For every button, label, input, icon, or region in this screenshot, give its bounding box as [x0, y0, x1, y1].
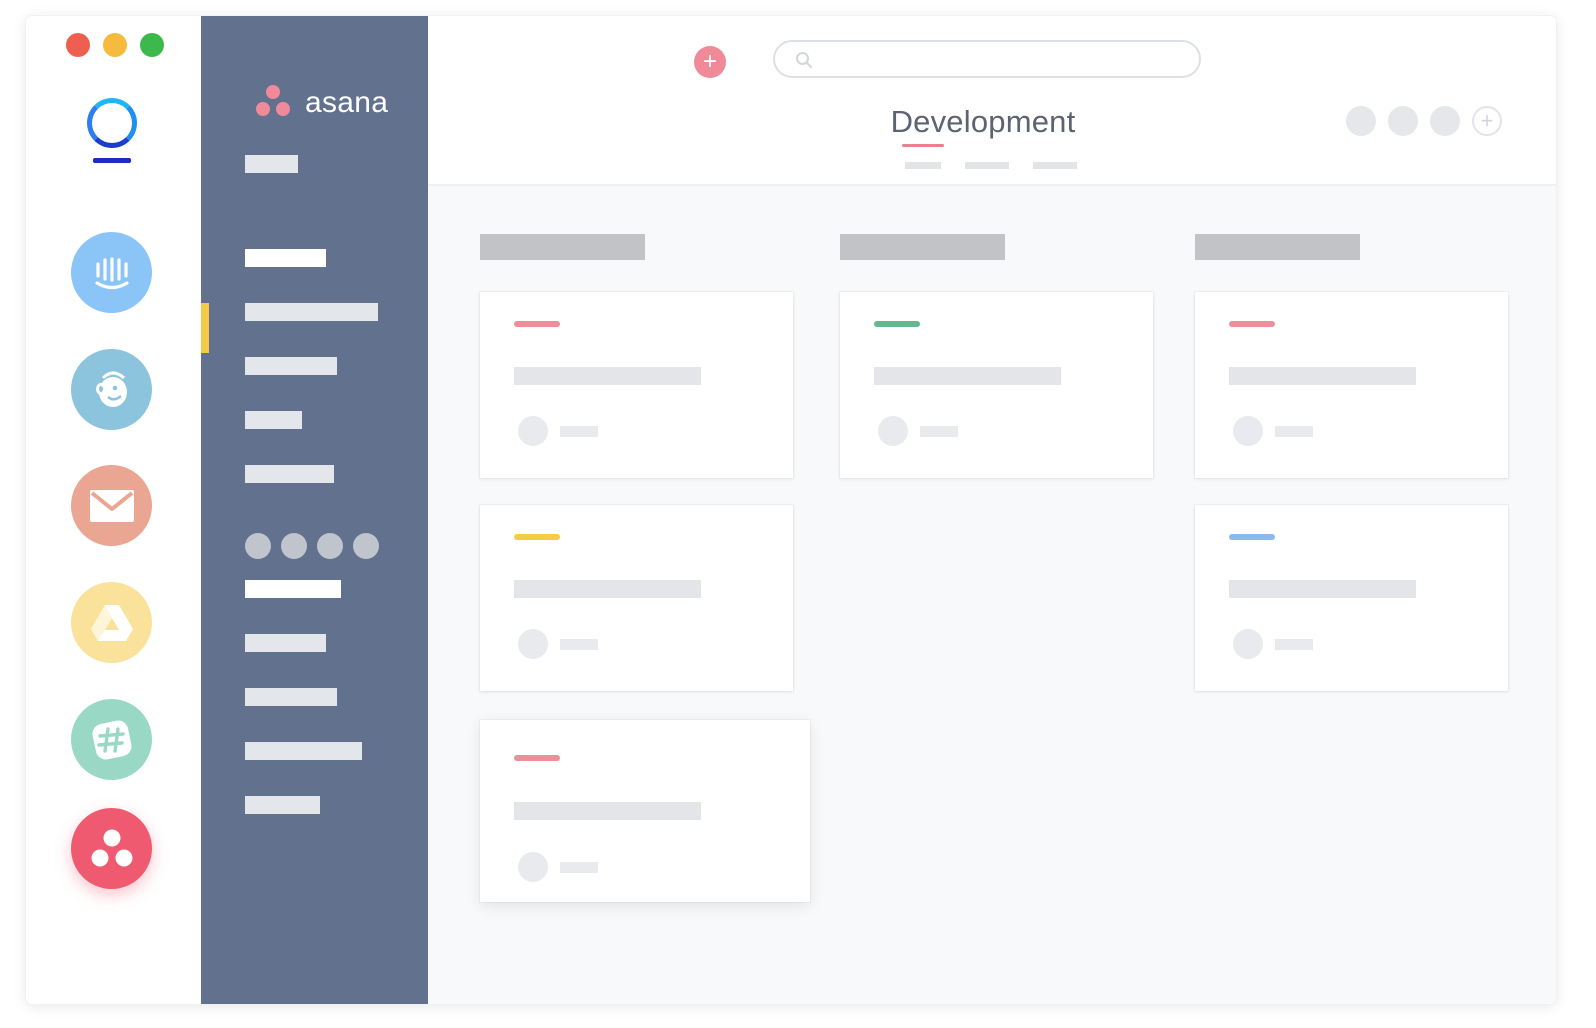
quick-add-button[interactable]: + [694, 46, 726, 78]
team-member-avatar[interactable] [281, 533, 307, 559]
task-title [514, 580, 701, 598]
main-area: + Development + [428, 16, 1556, 1004]
assignee-avatar[interactable] [1233, 629, 1263, 659]
task-card[interactable] [480, 292, 793, 478]
dock-app-asana[interactable] [71, 808, 152, 889]
plus-icon: + [702, 48, 717, 75]
due-date [560, 639, 598, 650]
assignee-avatar[interactable] [518, 629, 548, 659]
brand[interactable]: asana [255, 82, 388, 120]
assignee-avatar[interactable] [878, 416, 908, 446]
project-members: + [1346, 106, 1502, 136]
tab-list[interactable] [905, 162, 941, 169]
app-window: asana + Development + [26, 16, 1556, 1004]
mailchimp-icon [95, 371, 127, 407]
task-title [514, 802, 701, 820]
sidebar-item[interactable] [245, 249, 326, 267]
team-member-avatar[interactable] [317, 533, 343, 559]
assignee-avatar[interactable] [1233, 416, 1263, 446]
due-date [560, 426, 598, 437]
project-sidebar: asana [201, 16, 428, 1004]
maximize-window-button[interactable] [140, 33, 164, 57]
mail-icon [89, 489, 134, 522]
column-header[interactable] [840, 234, 1005, 260]
task-tag [514, 534, 560, 540]
close-window-button[interactable] [66, 33, 90, 57]
sidebar-item[interactable] [245, 742, 362, 760]
project-header: + Development + [428, 16, 1556, 186]
task-tag [1229, 321, 1275, 327]
sidebar-item[interactable] [245, 411, 302, 429]
sidebar-item[interactable] [245, 634, 326, 652]
window-controls [66, 33, 164, 57]
task-title [514, 367, 701, 385]
task-card[interactable] [840, 292, 1153, 478]
sidebar-active-indicator [201, 303, 209, 353]
slack-icon [92, 720, 131, 759]
due-date [920, 426, 958, 437]
brand-name: asana [305, 86, 389, 119]
asana-logo-icon [256, 85, 290, 116]
dock-app-mailchimp[interactable] [71, 349, 152, 430]
task-tag [514, 755, 560, 761]
task-title [874, 367, 1061, 385]
task-card[interactable] [480, 505, 793, 691]
team-member-avatar[interactable] [353, 533, 379, 559]
dock-app-intercom[interactable] [71, 232, 152, 313]
task-title [1229, 367, 1416, 385]
dock-app-drive[interactable] [71, 582, 152, 663]
sidebar-item[interactable] [245, 465, 334, 483]
task-title [1229, 580, 1416, 598]
member-avatar[interactable] [1430, 106, 1460, 136]
drive-icon [90, 604, 133, 641]
task-card[interactable] [480, 720, 810, 902]
member-avatar[interactable] [1346, 106, 1376, 136]
assignee-avatar[interactable] [518, 852, 548, 882]
intercom-icon [94, 256, 129, 289]
sidebar-item[interactable] [245, 796, 320, 814]
assignee-avatar[interactable] [518, 416, 548, 446]
column-header[interactable] [480, 234, 645, 260]
task-card[interactable] [1195, 505, 1508, 691]
sidebar-item[interactable] [245, 155, 298, 173]
tab-calendar[interactable] [1033, 162, 1077, 169]
minimize-window-button[interactable] [103, 33, 127, 57]
plus-icon: + [1480, 108, 1494, 133]
tab-board[interactable] [965, 162, 1009, 169]
column-header[interactable] [1195, 234, 1360, 260]
sidebar-item[interactable] [245, 357, 337, 375]
task-tag [1229, 534, 1275, 540]
sidebar-item[interactable] [245, 688, 337, 706]
due-date [1275, 639, 1313, 650]
team-members [245, 533, 379, 559]
search-input[interactable] [773, 40, 1201, 78]
task-card[interactable] [1195, 292, 1508, 478]
dock-app-slack[interactable] [71, 699, 152, 780]
task-tag [514, 321, 560, 327]
due-date [560, 862, 598, 873]
add-member-button[interactable]: + [1472, 106, 1502, 136]
dock-app-mail[interactable] [71, 465, 152, 546]
asana-icon [91, 829, 132, 866]
member-avatar[interactable] [1388, 106, 1418, 136]
team-member-avatar[interactable] [245, 533, 271, 559]
ring-logo-icon[interactable] [87, 98, 137, 166]
sidebar-item[interactable] [245, 580, 341, 598]
sidebar-item-active[interactable] [245, 303, 378, 321]
active-tab-indicator [902, 144, 944, 147]
due-date [1275, 426, 1313, 437]
search-icon [796, 52, 812, 68]
task-tag [874, 321, 920, 327]
app-dock [26, 16, 201, 1004]
